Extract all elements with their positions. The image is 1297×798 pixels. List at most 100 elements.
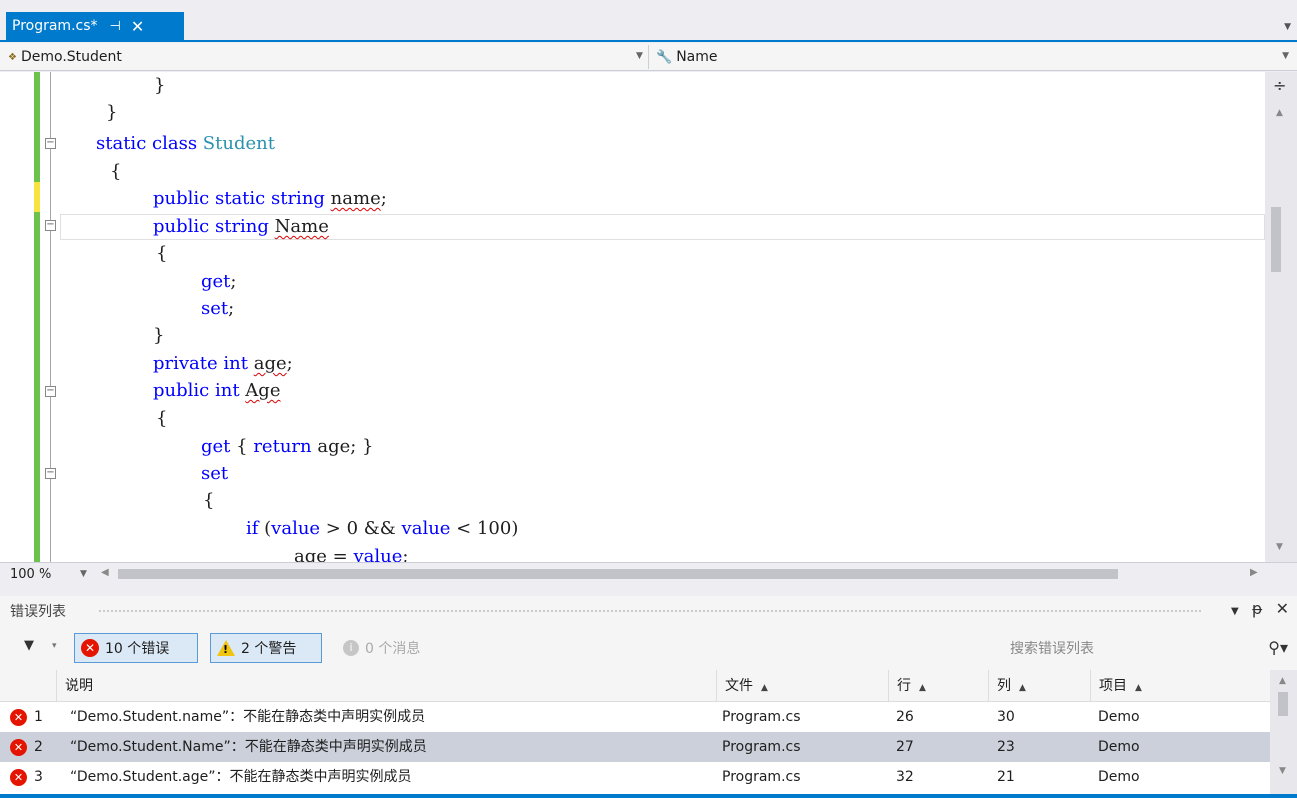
pin-panel-icon[interactable]: ᵽ — [1252, 599, 1263, 618]
row-description: “Demo.Student.name”：不能在静态类中声明实例成员 — [70, 709, 426, 725]
column-header-file[interactable]: 文件 ▲ — [716, 670, 888, 702]
tab-program-cs[interactable]: Program.cs* ⊣ ✕ — [6, 12, 184, 40]
scroll-thumb[interactable] — [1278, 692, 1288, 716]
code-line: get; — [201, 271, 237, 292]
zoom-dropdown-icon[interactable]: ▼ — [80, 569, 87, 579]
scroll-up-icon[interactable]: ▲ — [1279, 676, 1286, 686]
close-icon[interactable]: ✕ — [131, 17, 144, 36]
document-tab-strip: Program.cs* ⊣ ✕ ▼ — [0, 0, 1297, 40]
row-line: 27 — [896, 739, 914, 755]
sort-arrow-icon: ▲ — [919, 683, 926, 693]
member-dropdown-label: Name — [676, 49, 718, 65]
row-number: 1 — [34, 709, 43, 725]
column-header-col[interactable]: 列 ▲ — [988, 670, 1090, 702]
table-row[interactable]: ✕ 1 “Demo.Student.name”：不能在静态类中声明实例成员 Pr… — [0, 702, 1270, 732]
code-text[interactable]: } } static class Student { public static… — [70, 72, 1265, 562]
messages-filter-label: 0 个消息 — [365, 641, 421, 657]
zoom-level[interactable]: 100 % — [10, 567, 51, 582]
scroll-down-icon[interactable]: ▼ — [1276, 542, 1283, 552]
column-header-project[interactable]: 项目 ▲ — [1090, 670, 1270, 702]
navigation-bar: ❖ Demo.Student ▼ 🔧 Name ▼ — [0, 43, 1297, 71]
search-icon[interactable]: ⚲▾ — [1268, 638, 1288, 657]
member-dropdown-arrow-icon[interactable]: ▼ — [1282, 51, 1289, 61]
panel-controls: ▼ ᵽ ✕ — [1223, 599, 1289, 618]
error-icon: ✕ — [10, 769, 27, 786]
change-bar-unsaved — [34, 182, 40, 212]
code-line: } — [154, 75, 166, 96]
panel-menu-icon[interactable]: ▼ — [1231, 606, 1239, 617]
code-line: { — [110, 161, 122, 182]
sort-arrow-icon: ▲ — [1019, 683, 1026, 693]
editor-bottom-bar: 100 % ▼ ◀ ▶ — [0, 562, 1297, 584]
scroll-left-icon[interactable]: ◀ — [101, 567, 109, 578]
close-panel-icon[interactable]: ✕ — [1276, 599, 1289, 618]
search-placeholder: 搜索错误列表 — [1010, 641, 1094, 657]
split-window-icon[interactable]: ÷ — [1273, 76, 1286, 95]
code-line: if (value > 0 && value < 100) — [246, 518, 519, 539]
row-project: Demo — [1098, 709, 1140, 725]
row-number: 2 — [34, 739, 43, 755]
info-icon: i — [343, 640, 359, 656]
horizontal-scroll-thumb[interactable] — [118, 569, 1118, 579]
error-grid: 说明 文件 ▲ 行 ▲ 列 ▲ 项目 ▲ ✕ 1 “Demo.Student.name”… — [0, 670, 1270, 798]
warnings-filter-button[interactable]: ! 2 个警告 — [210, 633, 322, 663]
column-header-icon — [0, 670, 34, 702]
code-line: { — [156, 408, 168, 429]
table-row[interactable]: ✕ 3 “Demo.Student.age”：不能在静态类中声明实例成员 Pro… — [0, 762, 1270, 792]
code-line: public static string name; — [153, 188, 387, 209]
code-line: } — [106, 102, 118, 123]
filter-dropdown-icon[interactable]: ▾ — [52, 641, 57, 651]
filter-icon[interactable]: ▼ — [24, 638, 34, 653]
table-row-selected[interactable]: ✕ 2 “Demo.Student.Name”：不能在静态类中声明实例成员 Pr… — [0, 732, 1270, 762]
class-icon: ❖ — [8, 51, 17, 63]
warning-icon: ! — [217, 640, 235, 656]
scroll-up-icon[interactable]: ▲ — [1276, 108, 1283, 118]
type-dropdown[interactable]: ❖ Demo.Student — [8, 49, 122, 65]
scroll-down-icon[interactable]: ▼ — [1279, 766, 1286, 776]
collapse-setter-icon[interactable]: − — [45, 468, 56, 479]
code-line: static class Student — [96, 133, 275, 154]
editor-vertical-scrollbar[interactable]: ÷ ▲ ▼ — [1265, 72, 1297, 562]
code-editor[interactable]: − − − − } } static class Student { publi… — [0, 72, 1297, 562]
errors-filter-label: 10 个错误 — [105, 641, 170, 657]
scroll-thumb[interactable] — [1271, 207, 1281, 272]
row-col: 21 — [997, 769, 1015, 785]
messages-filter-button[interactable]: i 0 个消息 — [336, 633, 446, 663]
row-file: Program.cs — [722, 739, 801, 755]
column-header-line[interactable]: 行 ▲ — [888, 670, 988, 702]
error-icon: ✕ — [10, 739, 27, 756]
collapse-class-icon[interactable]: − — [45, 138, 56, 149]
pin-icon[interactable]: ⊣ — [110, 19, 121, 34]
collapse-property-age-icon[interactable]: − — [45, 386, 56, 397]
error-list-toolbar: ▼ ▾ ✕ 10 个错误 ! 2 个警告 i 0 个消息 搜索错误列表 ⚲▾ — [0, 630, 1297, 664]
row-description: “Demo.Student.age”：不能在静态类中声明实例成员 — [70, 769, 412, 785]
type-dropdown-arrow-icon[interactable]: ▼ — [636, 51, 643, 61]
code-line: age = value; — [294, 546, 409, 562]
sort-arrow-icon: ▲ — [761, 683, 768, 693]
row-number: 3 — [34, 769, 43, 785]
scroll-right-icon[interactable]: ▶ — [1250, 567, 1258, 578]
status-accent-line — [0, 794, 1297, 798]
search-error-list-input[interactable]: 搜索错误列表 ⚲▾ — [1004, 634, 1294, 662]
grid-header: 说明 文件 ▲ 行 ▲ 列 ▲ 项目 ▲ — [0, 670, 1270, 702]
code-line: set — [201, 463, 229, 484]
tab-overflow-dropdown-icon[interactable]: ▼ — [1284, 22, 1291, 32]
errors-filter-button[interactable]: ✕ 10 个错误 — [74, 633, 198, 663]
warnings-filter-label: 2 个警告 — [241, 641, 297, 657]
row-file: Program.cs — [722, 769, 801, 785]
row-col: 30 — [997, 709, 1015, 725]
row-description: “Demo.Student.Name”：不能在静态类中声明实例成员 — [70, 739, 427, 755]
row-file: Program.cs — [722, 709, 801, 725]
indicator-margin — [0, 72, 34, 562]
code-line: private int age; — [153, 353, 293, 374]
column-header-desc[interactable]: 说明 — [56, 670, 716, 702]
row-line: 26 — [896, 709, 914, 725]
member-dropdown[interactable]: 🔧 Name — [656, 49, 718, 65]
collapse-property-name-icon[interactable]: − — [45, 220, 56, 231]
type-dropdown-label: Demo.Student — [20, 49, 122, 65]
property-icon: 🔧 — [656, 49, 673, 65]
panel-grip[interactable] — [98, 609, 1203, 614]
code-line: public int Age — [153, 380, 281, 401]
error-list-panel: 错误列表 ▼ ᵽ ✕ ▼ ▾ ✕ 10 个错误 ! 2 个警告 i 0 个消息 … — [0, 596, 1297, 798]
grid-vertical-scrollbar[interactable]: ▲ ▼ — [1270, 670, 1297, 798]
